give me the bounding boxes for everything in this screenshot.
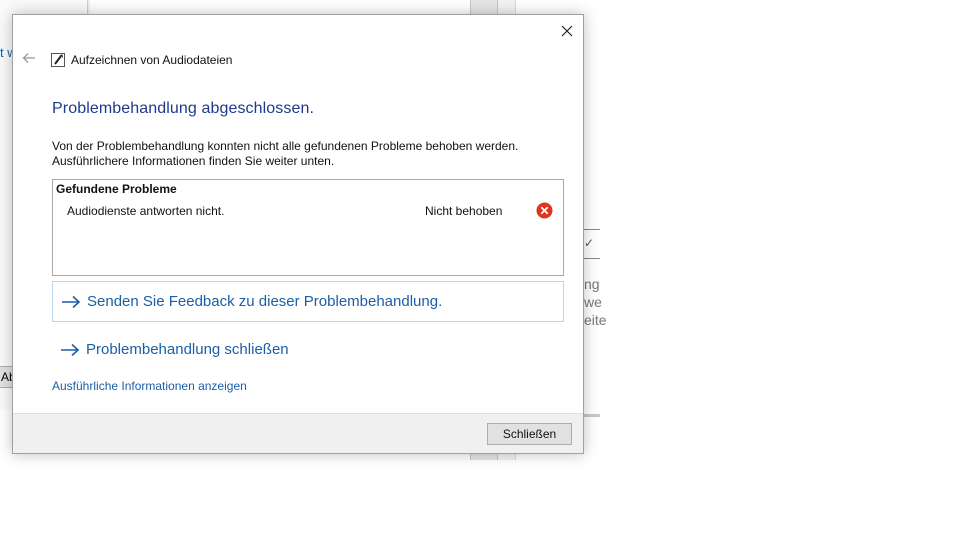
background-divider <box>584 414 600 417</box>
dialog-footer: Schließen <box>13 413 583 453</box>
intro-line-2: Ausführlichere Informationen finden Sie … <box>52 154 335 168</box>
dialog-title: Aufzeichnen von Audiodateien <box>71 53 233 67</box>
troubleshooter-dialog: Aufzeichnen von Audiodateien Problembeha… <box>12 14 584 454</box>
intro-line-1: Von der Problembehandlung konnten nicht … <box>52 139 519 153</box>
background-text-3: eite <box>584 312 607 328</box>
send-feedback-label: Senden Sie Feedback zu dieser Problembeh… <box>87 293 443 310</box>
problem-status: Nicht behoben <box>425 204 503 218</box>
arrow-right-icon <box>61 343 80 356</box>
error-icon <box>536 202 553 219</box>
page-heading: Problembehandlung abgeschlossen. <box>52 100 315 117</box>
found-problems-panel: Gefundene Probleme Audiodienste antworte… <box>52 179 564 276</box>
close-window-button[interactable] <box>557 21 577 41</box>
view-details-link[interactable]: Ausführliche Informationen anzeigen <box>52 379 247 393</box>
found-problems-title: Gefundene Probleme <box>56 182 177 196</box>
problem-name: Audiodienste antworten nicht. <box>67 204 225 218</box>
intro-text: Von der Problembehandlung konnten nicht … <box>52 139 572 169</box>
background-text-1: ng <box>584 276 600 292</box>
close-icon <box>561 25 573 37</box>
back-arrow-icon[interactable] <box>21 50 37 66</box>
background-text-2: we <box>584 294 602 310</box>
close-troubleshooter-label: Problembehandlung schließen <box>86 341 289 358</box>
arrow-right-icon <box>62 295 81 308</box>
close-button[interactable]: Schließen <box>487 423 572 445</box>
close-troubleshooter-link[interactable]: Problembehandlung schließen <box>52 329 564 370</box>
send-feedback-link[interactable]: Senden Sie Feedback zu dieser Problembeh… <box>52 281 564 322</box>
troubleshooter-icon <box>51 53 65 67</box>
